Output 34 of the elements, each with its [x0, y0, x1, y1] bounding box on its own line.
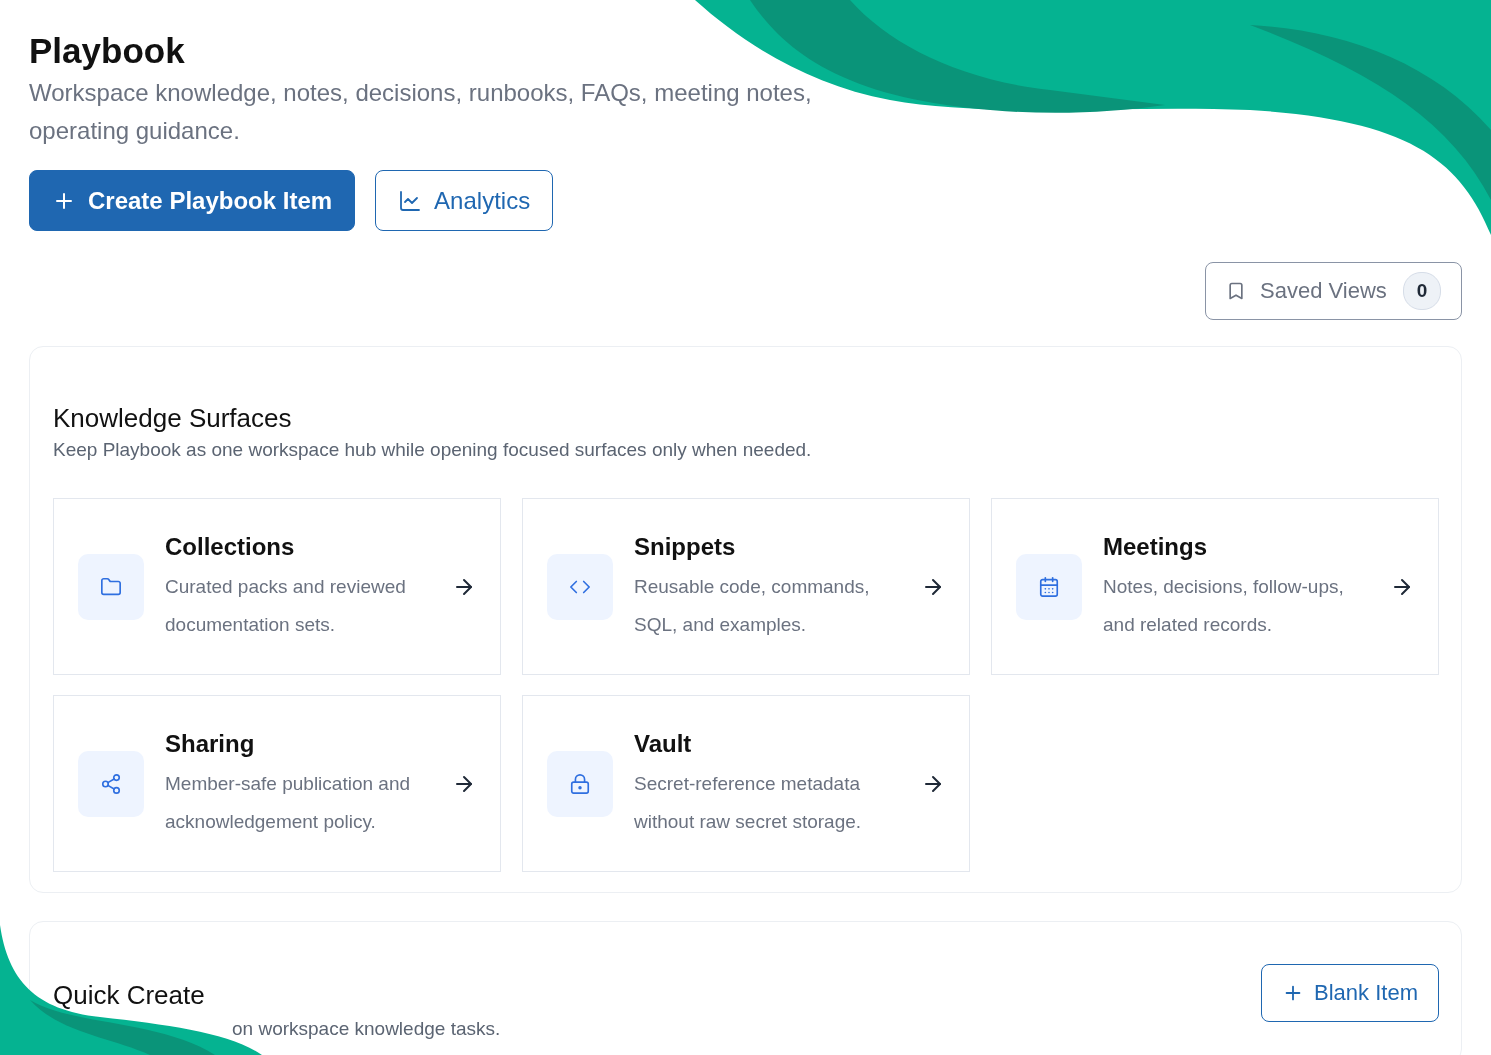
lock-icon [547, 750, 613, 817]
card-title: Vault [634, 728, 693, 759]
section-subtitle: Keep Playbook as one workspace hub while opening focused surfaces only when needed. [53, 438, 813, 462]
card-title: Collections [165, 531, 296, 562]
card-title: Sharing [165, 728, 256, 759]
blank-item-button[interactable]: Blank Item [1261, 964, 1439, 1022]
card-title: Meetings [1103, 531, 1208, 562]
card-description: Curated packs and reviewed documentation sets. [165, 574, 407, 637]
folder-icon [78, 553, 144, 620]
card-description: Reusable code, commands, SQL, and examples. [634, 574, 871, 637]
surface-card[interactable]: Vault Secret-reference metadata without raw secret storage. [522, 695, 970, 872]
page-title: Playbook [29, 30, 186, 72]
code-icon [547, 553, 613, 620]
analytics-button[interactable]: Analytics [375, 170, 554, 231]
card-title: Snippets [634, 531, 737, 562]
line-chart-icon [398, 188, 423, 213]
surface-card[interactable]: Meetings Notes, decisions, follow-ups, and related records. [991, 498, 1439, 675]
bookmark-icon [1226, 281, 1246, 301]
page-subtitle: Workspace knowledge, notes, decisions, runbooks, FAQs, meeting notes, [29, 78, 813, 108]
count-badge: 0 [1403, 272, 1441, 310]
page-subtitle: operating guidance. [29, 116, 241, 146]
create-button[interactable]: Create Playbook Item [29, 170, 356, 231]
saved-views-button[interactable]: Saved Views 0 [1205, 262, 1462, 320]
section-title: Quick Create [53, 979, 206, 1012]
card-description: Notes, decisions, follow-ups, and related records. [1103, 574, 1345, 637]
share-icon [78, 750, 144, 817]
surface-card[interactable]: Collections Curated packs and reviewed documentation sets. [53, 498, 501, 675]
section-title: Knowledge Surfaces [53, 402, 293, 435]
surface-card[interactable]: Sharing Member-safe publication and acknowledgement policy. [53, 695, 501, 872]
calendar-icon [1016, 553, 1082, 620]
section-subtitle: on workspace knowledge tasks. [232, 1017, 501, 1041]
card-description: Member-safe publication and acknowledgement policy. [165, 771, 412, 834]
surface-card[interactable]: Snippets Reusable code, commands, SQL, and examples. [522, 498, 970, 675]
card-description: Secret-reference metadata without raw secret storage. [634, 771, 863, 834]
